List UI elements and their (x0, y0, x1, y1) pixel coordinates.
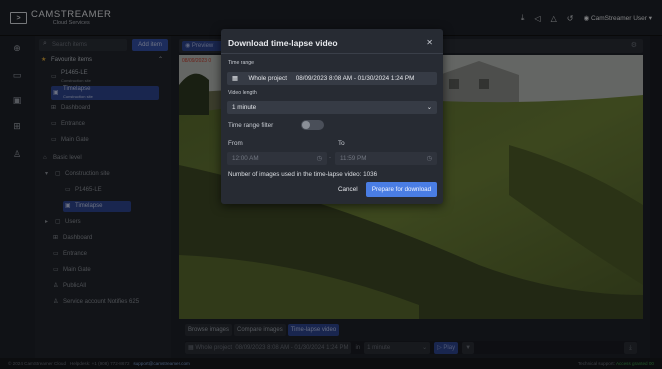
video-length-select[interactable]: 1 minute ⌄ (227, 101, 437, 114)
to-time-value: 11:59 PM (340, 155, 367, 162)
from-time-input[interactable]: 12:00 AM ◷ (227, 152, 327, 165)
dialog-title: Download time-lapse video (228, 38, 338, 48)
time-range-filter-toggle[interactable] (301, 120, 324, 130)
images-count-text: Number of images used in the time-lapse … (228, 171, 378, 178)
time-range-value: 08/09/2023 8:08 AM - 01/30/2024 1:24 PM (295, 75, 415, 82)
close-icon[interactable]: ✕ (426, 38, 433, 47)
chevron-down-icon: ⌄ (426, 104, 432, 111)
time-range-select[interactable]: ▦ Whole project 08/09/2023 8:08 AM - 01/… (227, 72, 437, 85)
from-label: From (228, 140, 243, 147)
separator-dash: - (329, 155, 331, 161)
video-length-value: 1 minute (232, 104, 257, 111)
from-time-value: 12:00 AM (232, 155, 259, 162)
cancel-button[interactable]: Cancel (338, 186, 358, 193)
clock-icon: ◷ (316, 155, 323, 162)
to-label: To (338, 140, 345, 147)
filter-label: Time range filter (228, 122, 274, 129)
time-range-label: Time range (228, 60, 255, 66)
clock-icon: ◷ (426, 155, 433, 162)
time-range-name: Whole project (248, 75, 287, 82)
divider (221, 53, 443, 54)
to-time-input[interactable]: 11:59 PM ◷ (335, 152, 437, 165)
video-length-label: Video length (228, 90, 257, 96)
calendar-icon: ▦ (232, 75, 238, 82)
prepare-download-button[interactable]: Prepare for download (366, 182, 437, 197)
download-timelapse-dialog: Download time-lapse video ✕ Time range ▦… (221, 29, 443, 204)
